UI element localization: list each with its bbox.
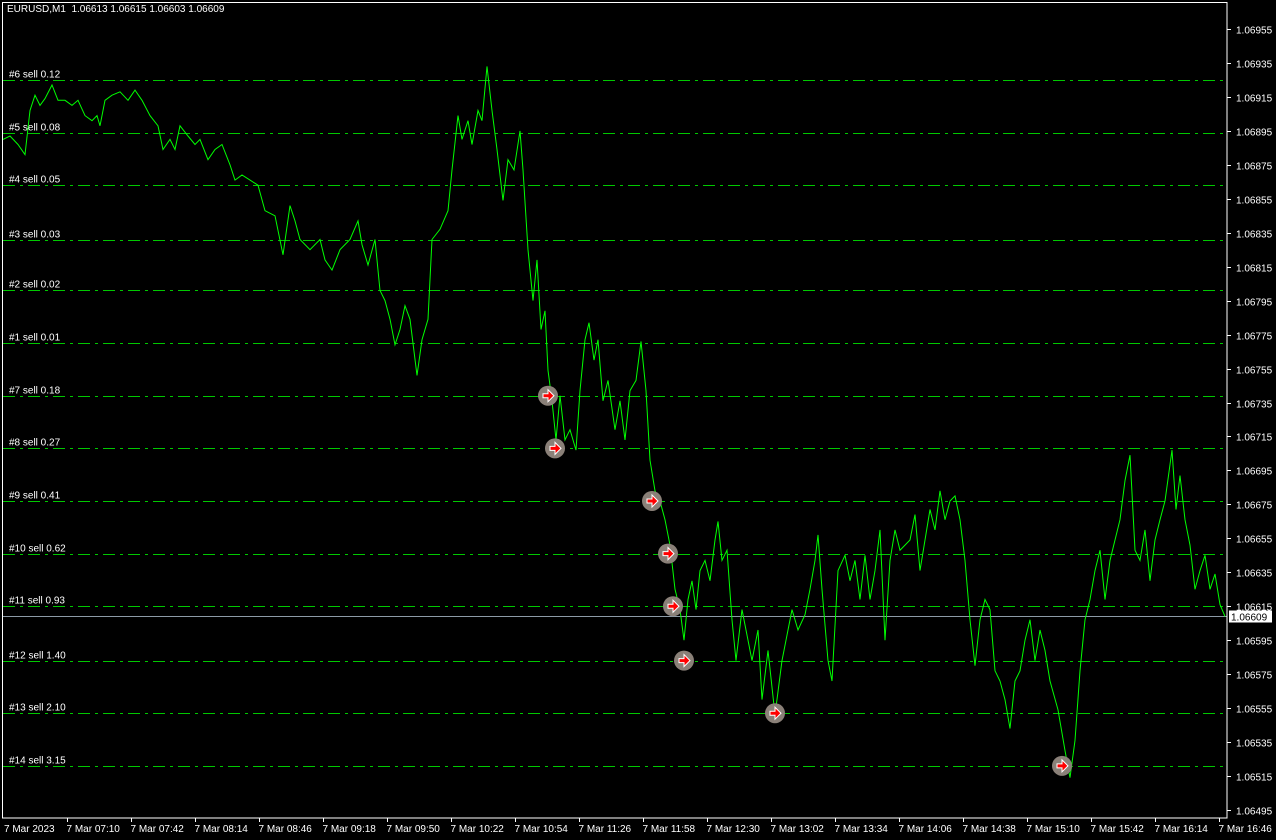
symbol-timeframe: EURUSD,M1 <box>7 4 66 15</box>
price-tick-label: 1.06915 <box>1236 94 1273 105</box>
price-tick-label: 1.06515 <box>1236 773 1273 784</box>
price-tick-label: 1.06595 <box>1236 637 1273 648</box>
order-label: #3 sell 0.03 <box>9 230 61 241</box>
time-tick-label: 7 Mar 13:02 <box>771 824 825 835</box>
price-tick-label: 1.06675 <box>1236 501 1273 512</box>
sell-entry-marker[interactable] <box>1052 755 1072 776</box>
order-label: #13 sell 2.10 <box>9 703 66 714</box>
time-tick-label: 7 Mar 15:42 <box>1091 824 1145 835</box>
time-tick-label: 7 Mar 08:14 <box>195 824 249 835</box>
price-tick-label: 1.06935 <box>1236 60 1273 71</box>
price-tick-label: 1.06635 <box>1236 569 1273 580</box>
time-tick-label: 7 Mar 11:26 <box>579 824 632 835</box>
price-tick-label: 1.06655 <box>1236 535 1273 546</box>
time-tick-label: 7 Mar 12:30 <box>707 824 761 835</box>
time-tick-label: 7 Mar 08:46 <box>259 824 313 835</box>
price-tick-label: 1.06575 <box>1236 671 1273 682</box>
price-chart[interactable]: #6 sell 0.12 #5 sell 0.08 #4 sell 0.05 #3 s… <box>0 0 1276 840</box>
ohlc-values: 1.06613 1.06615 1.06603 1.06609 <box>71 4 225 15</box>
sell-entry-marker[interactable] <box>538 385 558 406</box>
sell-entry-marker[interactable] <box>663 596 683 617</box>
sell-entry-marker[interactable] <box>765 703 785 724</box>
order-label: #2 sell 0.02 <box>9 280 61 291</box>
current-price-label: 1.06609 <box>1231 613 1268 624</box>
order-label: #5 sell 0.08 <box>9 123 61 134</box>
price-tick-label: 1.06875 <box>1236 162 1273 173</box>
chart-header: EURUSD,M1 1.06613 1.06615 1.06603 1.0660… <box>7 4 224 15</box>
time-tick-label: 7 Mar 10:54 <box>515 824 569 835</box>
order-label: #1 sell 0.01 <box>9 333 61 344</box>
time-tick-label: 7 Mar 10:22 <box>451 824 505 835</box>
price-tick-label: 1.06795 <box>1236 298 1273 309</box>
order-label: #10 sell 0.62 <box>9 544 66 555</box>
price-tick-label: 1.06775 <box>1236 332 1273 343</box>
price-tick-label: 1.06735 <box>1236 400 1273 411</box>
price-tick-label: 1.06835 <box>1236 230 1273 241</box>
order-label: #4 sell 0.05 <box>9 175 61 186</box>
price-tick-label: 1.06715 <box>1236 433 1273 444</box>
sell-entry-marker[interactable] <box>545 438 565 459</box>
time-tick-label: 7 Mar 2023 <box>4 824 55 835</box>
time-tick-label: 7 Mar 14:06 <box>899 824 953 835</box>
price-tick-label: 1.06555 <box>1236 705 1273 716</box>
time-tick-label: 7 Mar 07:10 <box>67 824 121 835</box>
time-tick-label: 7 Mar 16:14 <box>1155 824 1209 835</box>
time-tick-label: 7 Mar 11:58 <box>643 824 696 835</box>
time-tick-label: 7 Mar 13:34 <box>835 824 889 835</box>
order-label: #6 sell 0.12 <box>9 70 61 81</box>
time-tick-label: 7 Mar 07:42 <box>131 824 185 835</box>
price-tick-label: 1.06955 <box>1236 26 1273 37</box>
order-label: #7 sell 0.18 <box>9 386 61 397</box>
sell-entry-marker[interactable] <box>674 650 694 671</box>
order-label: #8 sell 0.27 <box>9 438 61 449</box>
sell-entry-marker[interactable] <box>658 543 678 564</box>
time-tick-label: 7 Mar 15:10 <box>1027 824 1081 835</box>
price-tick-label: 1.06815 <box>1236 264 1273 275</box>
time-tick-label: 7 Mar 09:18 <box>323 824 377 835</box>
order-label: #11 sell 0.93 <box>9 596 65 607</box>
current-price-badge: 1.06609 <box>1229 610 1272 624</box>
price-tick-label: 1.06755 <box>1236 366 1273 377</box>
order-label: #14 sell 3.15 <box>9 756 66 767</box>
price-tick-label: 1.06535 <box>1236 739 1273 750</box>
time-tick-label: 7 Mar 16:46 <box>1219 824 1273 835</box>
order-label: #9 sell 0.41 <box>9 491 61 502</box>
price-tick-label: 1.06855 <box>1236 196 1273 207</box>
sell-entry-marker[interactable] <box>642 490 662 511</box>
price-tick-label: 1.06495 <box>1236 807 1273 818</box>
time-tick-label: 7 Mar 14:38 <box>963 824 1017 835</box>
order-label: #12 sell 1.40 <box>9 651 66 662</box>
time-tick-label: 7 Mar 09:50 <box>387 824 441 835</box>
price-tick-label: 1.06695 <box>1236 467 1273 478</box>
price-tick-label: 1.06895 <box>1236 128 1273 139</box>
